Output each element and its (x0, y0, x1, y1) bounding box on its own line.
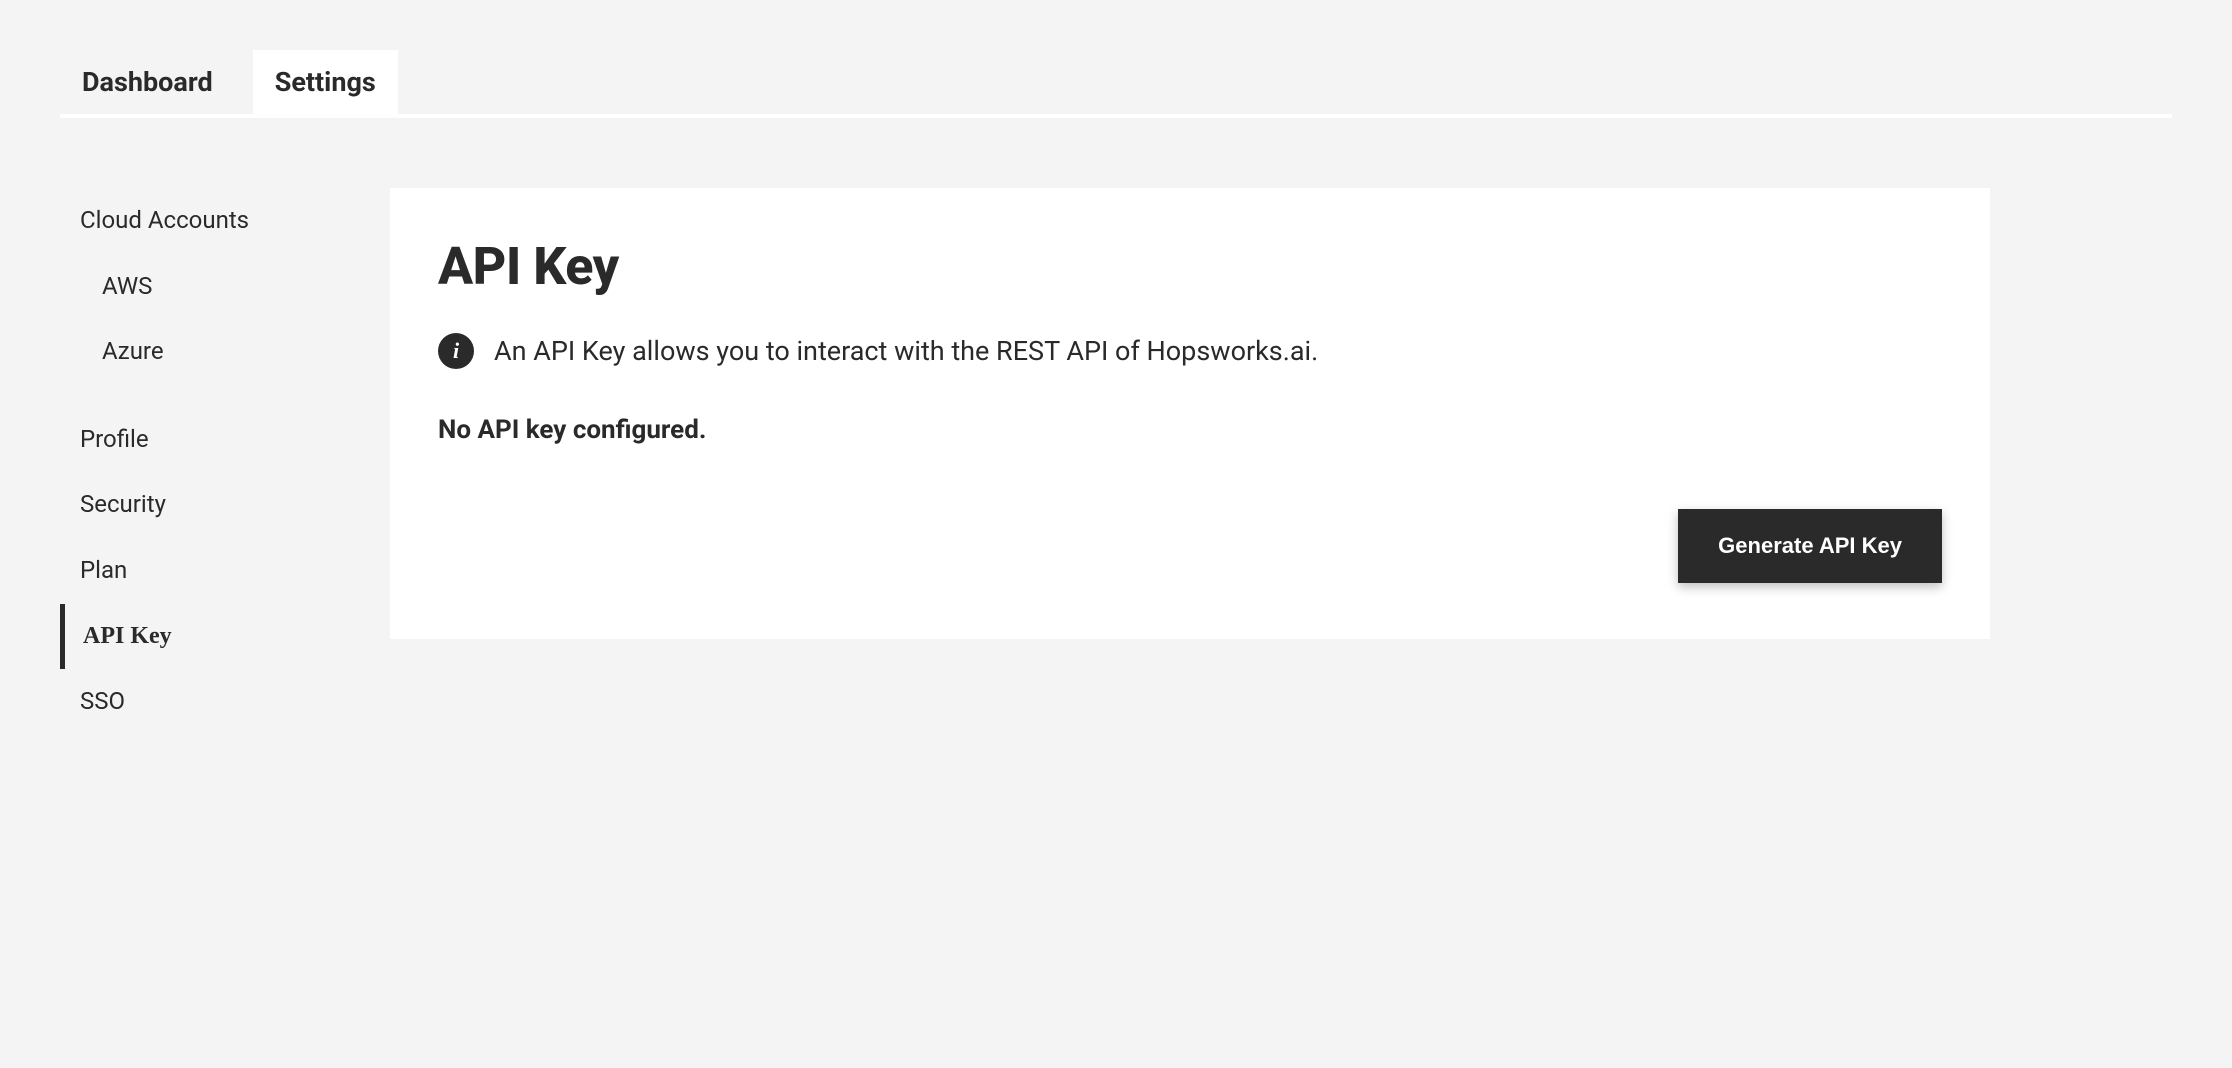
sidebar-item-azure[interactable]: Azure (60, 319, 350, 385)
info-icon: i (438, 333, 474, 369)
top-tabs: Dashboard Settings (60, 50, 2172, 118)
settings-sidebar: Cloud Accounts AWS Azure Profile Securit… (60, 188, 350, 735)
sidebar-item-cloud-accounts[interactable]: Cloud Accounts (60, 188, 350, 254)
sidebar-item-sso[interactable]: SSO (60, 669, 350, 735)
info-row: i An API Key allows you to interact with… (438, 333, 1942, 369)
sidebar-item-api-key[interactable]: API Key (60, 604, 350, 670)
sidebar-item-aws[interactable]: AWS (60, 254, 350, 320)
sidebar-item-profile[interactable]: Profile (60, 407, 350, 473)
api-key-status: No API key configured. (438, 415, 1942, 445)
info-text: An API Key allows you to interact with t… (494, 335, 1318, 367)
tab-settings[interactable]: Settings (253, 50, 398, 114)
sidebar-item-security[interactable]: Security (60, 472, 350, 538)
api-key-card: API Key i An API Key allows you to inter… (390, 188, 1990, 639)
sidebar-item-plan[interactable]: Plan (60, 538, 350, 604)
generate-api-key-button[interactable]: Generate API Key (1678, 509, 1942, 583)
main-content: API Key i An API Key allows you to inter… (390, 188, 1990, 735)
tab-dashboard[interactable]: Dashboard (60, 50, 235, 114)
page-title: API Key (438, 236, 1942, 297)
button-row: Generate API Key (438, 509, 1942, 583)
